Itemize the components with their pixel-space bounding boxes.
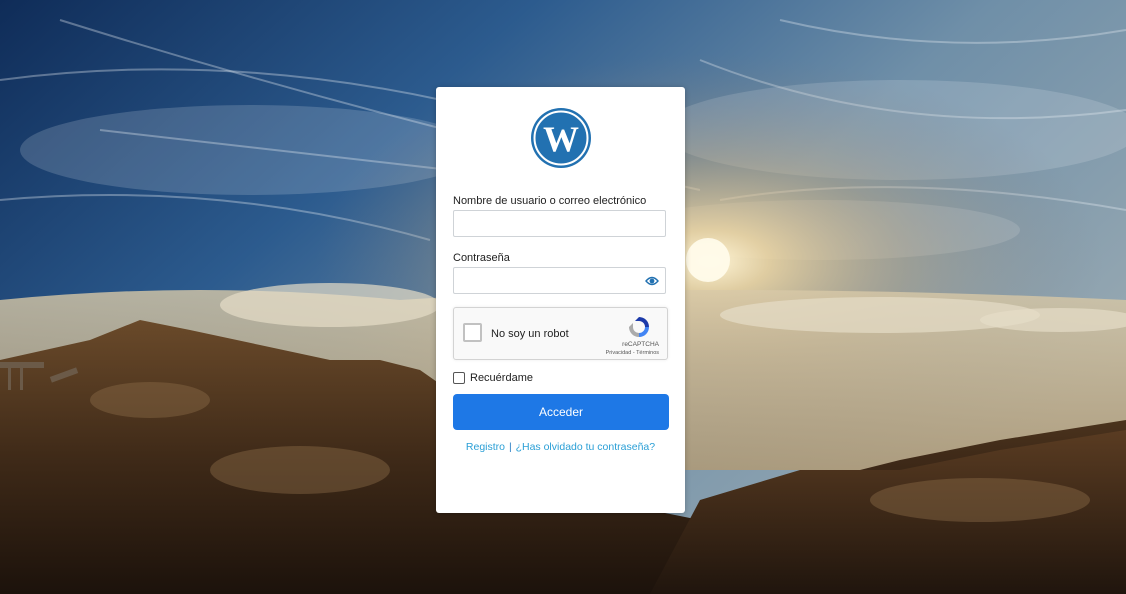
recaptcha-privacy-links[interactable]: Privacidad - Términos [606,350,659,356]
wordpress-logo-icon[interactable]: W [530,107,592,169]
login-button[interactable]: Acceder [453,394,669,430]
register-link[interactable]: Registro [466,441,505,453]
recaptcha-widget: No soy un robot reCAPTCHA Privacidad - T… [453,307,668,360]
recaptcha-brand: reCAPTCHA [622,341,659,348]
recaptcha-label: No soy un robot [491,328,569,340]
remember-label: Recuérdame [470,372,533,384]
username-input[interactable] [453,210,666,237]
username-label: Nombre de usuario o correo electrónico [453,195,647,207]
footer-links: Registro | ¿Has olvidado tu contraseña? [436,441,685,453]
login-card: W Nombre de usuario o correo electrónico… [436,87,685,513]
password-label: Contraseña [453,252,510,264]
remember-checkbox[interactable] [453,372,465,384]
link-separator: | [508,441,512,453]
eye-icon[interactable] [645,275,659,287]
svg-text:W: W [543,119,579,159]
recaptcha-logo-icon [629,317,649,337]
recaptcha-checkbox[interactable] [463,323,482,342]
remember-me: Recuérdame [453,372,533,384]
password-input[interactable] [453,267,666,294]
lost-password-link[interactable]: ¿Has olvidado tu contraseña? [516,441,656,453]
